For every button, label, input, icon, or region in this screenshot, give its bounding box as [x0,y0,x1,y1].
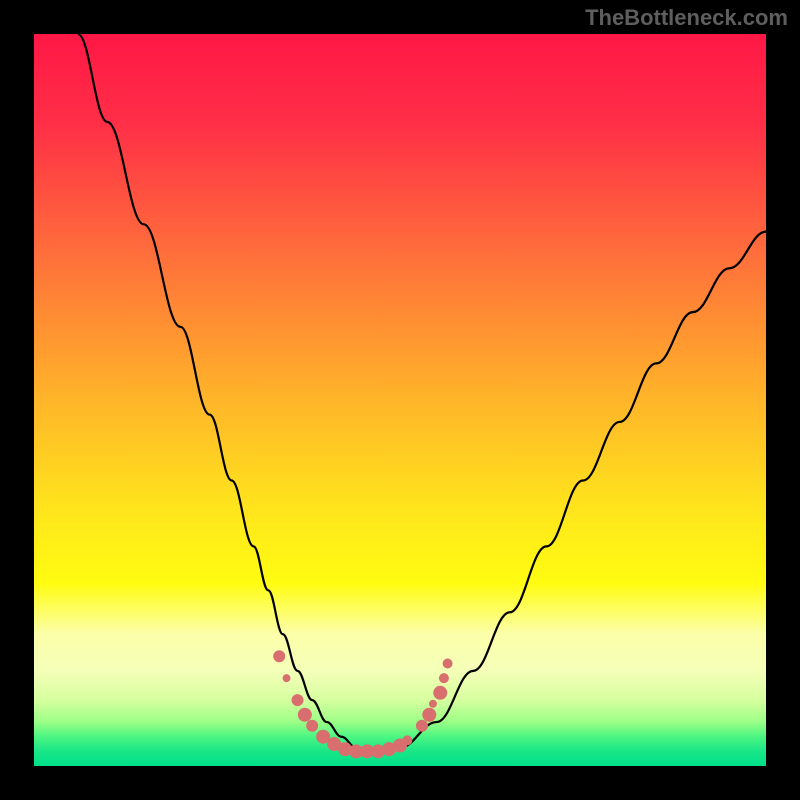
curve-marker [402,735,412,745]
curve-marker [298,708,312,722]
curve-marker [439,673,449,683]
chart-curve-layer [34,34,766,766]
curve-marker [422,708,436,722]
curve-markers [273,650,452,758]
curve-marker [283,674,291,682]
chart-plot-area [34,34,766,766]
curve-marker [273,650,285,662]
curve-marker [416,720,428,732]
watermark-text: TheBottleneck.com [585,5,788,31]
curve-marker [429,700,437,708]
curve-marker [306,720,318,732]
curve-marker [292,694,304,706]
curve-marker [443,659,453,669]
curve-marker [433,686,447,700]
bottleneck-curve-path [78,34,766,751]
